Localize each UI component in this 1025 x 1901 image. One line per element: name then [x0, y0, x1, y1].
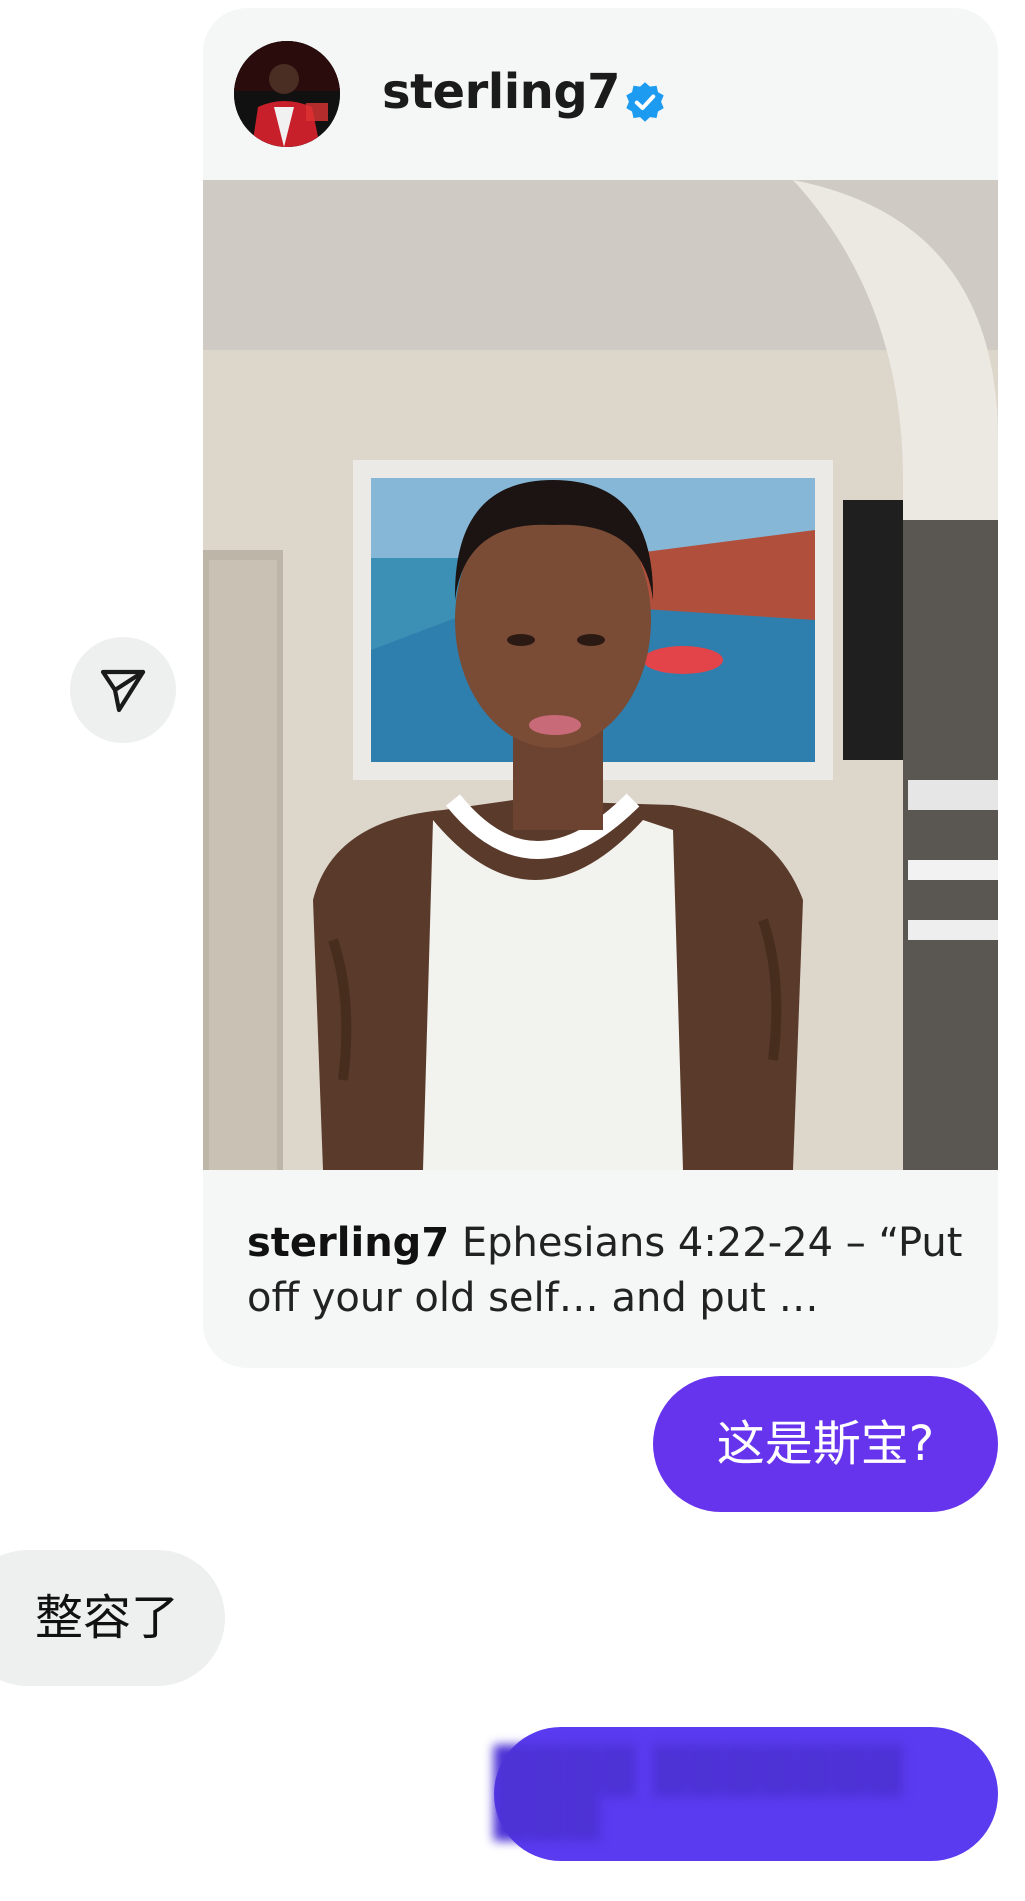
- outgoing-message-bubble[interactable]: 这是斯宝?: [653, 1376, 998, 1512]
- blurred-message-text: ████ ███████ ███: [494, 1746, 905, 1841]
- incoming-message-bubble[interactable]: 整容了: [0, 1550, 225, 1686]
- post-photo[interactable]: [203, 180, 998, 1170]
- caption-username: sterling7: [247, 1220, 450, 1266]
- post-header[interactable]: sterling7: [203, 8, 998, 180]
- verified-badge-icon: [626, 82, 664, 122]
- outgoing-message-bubble-blurred[interactable]: ████ ███████ ███: [494, 1727, 998, 1861]
- post-caption[interactable]: sterling7 Ephesians 4:22-24 – “Put off y…: [247, 1216, 967, 1326]
- shared-post-card[interactable]: sterling7 sterling7 Ephesians 4:22-24 – …: [203, 8, 998, 1368]
- share-button[interactable]: [70, 637, 176, 743]
- avatar[interactable]: [234, 41, 340, 147]
- post-username[interactable]: sterling7: [382, 68, 621, 116]
- message-text: 这是斯宝?: [716, 1416, 935, 1472]
- paper-plane-icon: [100, 669, 146, 713]
- message-text: 整容了: [34, 1590, 179, 1646]
